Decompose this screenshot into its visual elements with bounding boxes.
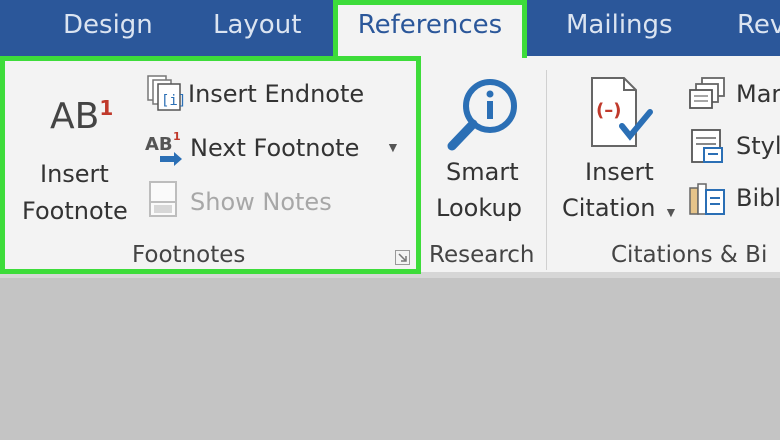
smart-lookup-icon [447,79,517,151]
tab-review[interactable]: Rev [737,0,780,50]
style-label: Styl [736,132,780,160]
style-button[interactable]: Styl [690,126,780,168]
insert-citation-label-line2: Citation [562,194,656,222]
document-area [0,278,780,440]
tab-design[interactable]: Design [63,0,153,50]
bibliography-button[interactable]: Bibl [689,178,780,220]
smart-lookup-label-line2: Lookup [436,194,522,222]
svg-text:(–): (–) [596,100,621,121]
bibliography-label: Bibl [736,184,780,212]
smart-lookup-label-line1: Smart [446,158,519,186]
insert-citation-label-line1: Insert [585,158,654,186]
footnotes-group-highlight [0,56,421,274]
insert-citation-icon: (–) [591,77,653,147]
tab-mailings[interactable]: Mailings [566,0,673,50]
insert-citation-button[interactable]: (–) Insert Citation ▼ [560,72,684,232]
tab-layout[interactable]: Layout [213,0,301,50]
references-tab-highlight [333,0,527,58]
smart-lookup-button[interactable]: Smart Lookup [428,72,540,232]
style-icon [691,129,723,163]
citations-group-label: Citations & Bi [611,242,768,268]
manage-sources-label: Mar [736,80,780,108]
manage-sources-button[interactable]: Mar [689,74,780,116]
manage-sources-icon [689,77,725,109]
bibliography-icon [689,183,725,215]
insert-citation-dropdown-arrow[interactable]: ▼ [664,204,678,220]
group-separator [546,70,547,270]
research-group-label: Research [429,242,535,268]
